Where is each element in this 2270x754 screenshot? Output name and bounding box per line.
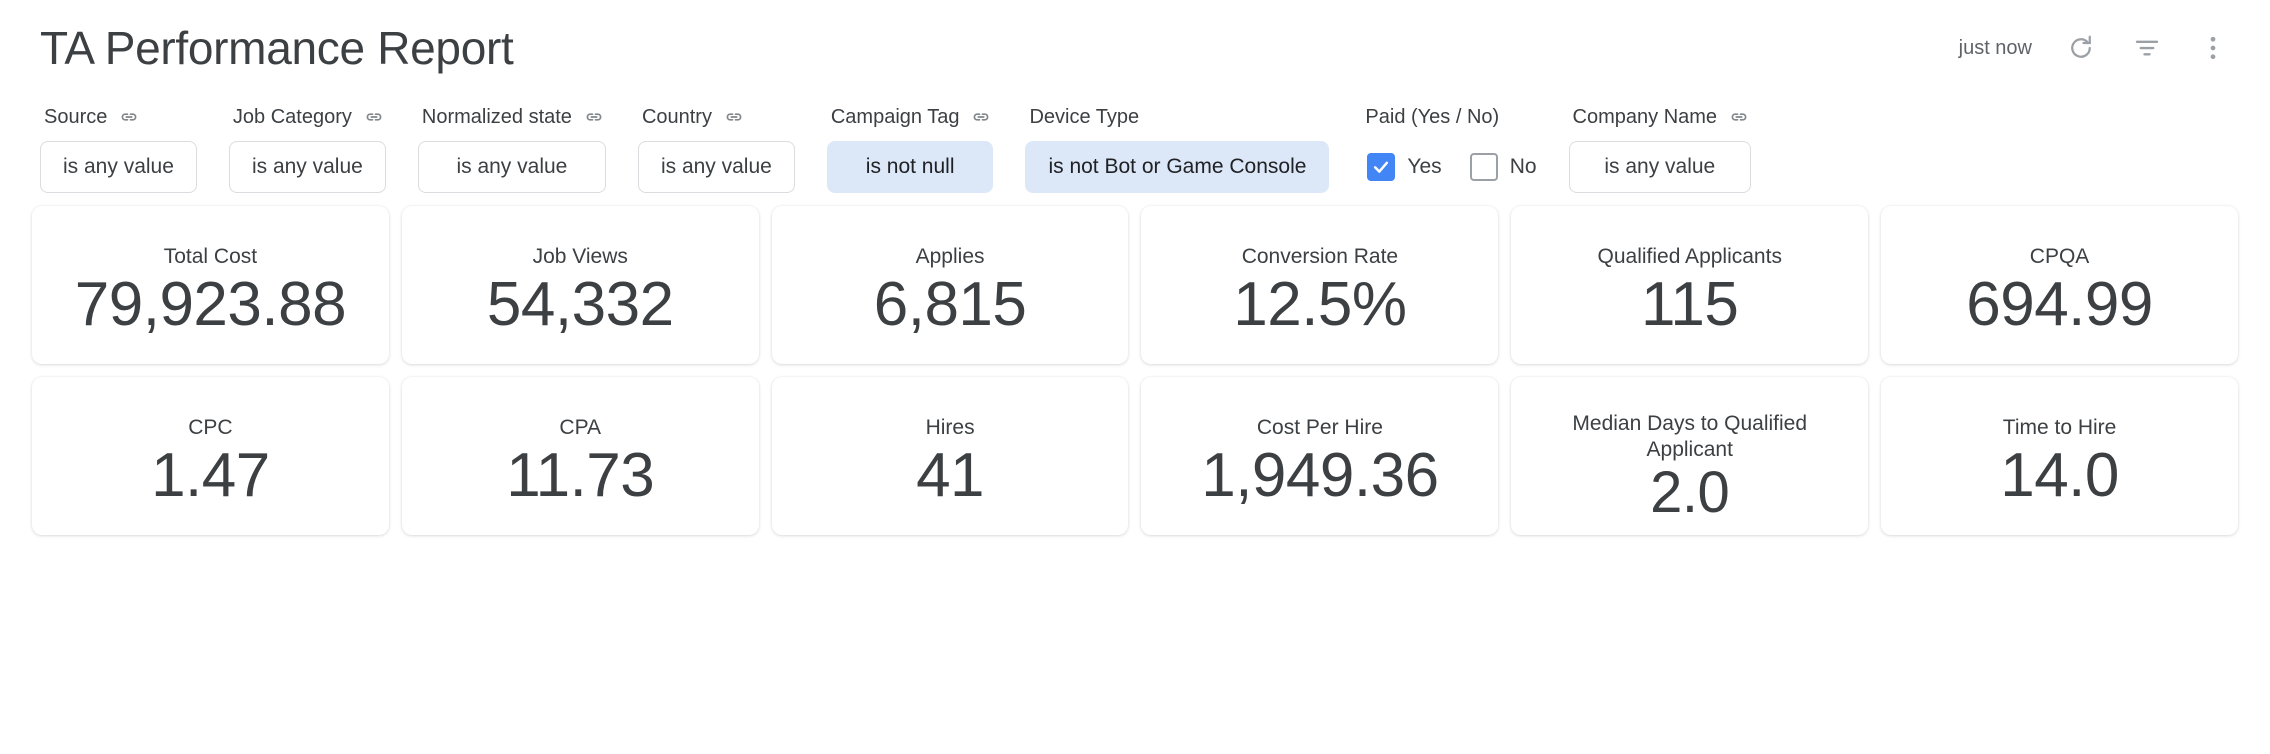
filter-normalized-state: Normalized state is any value [417, 104, 606, 193]
kpi-card[interactable]: Time to Hire 14.0 [1881, 377, 2238, 535]
filter-value-chip[interactable]: is not null [826, 141, 994, 193]
checkbox-label: No [1509, 155, 1537, 178]
refresh-status-label: just now [1958, 36, 2032, 59]
filter-label: Country [641, 105, 712, 128]
kpi-card[interactable]: Total Cost 79,923.88 [32, 206, 389, 364]
filter-header: Country [638, 104, 795, 130]
checkbox-label: Yes [1407, 155, 1442, 178]
kpi-card[interactable]: Conversion Rate 12.5% [1141, 206, 1499, 364]
kpi-value: 79,923.88 [74, 269, 347, 339]
filter-label: Device Type [1029, 105, 1140, 128]
kpi-grid: Total Cost 79,923.88 Job Views 54,332 Applie… [0, 193, 2270, 535]
checkbox-checked-icon[interactable] [1367, 153, 1396, 181]
filter-paid-yes-no: Paid (Yes / No) Yes No [1361, 104, 1537, 193]
checkbox-group: Yes No [1361, 141, 1537, 193]
kpi-value: 12.5% [1233, 269, 1407, 339]
kpi-card[interactable]: Qualified Applicants 115 [1511, 206, 1869, 364]
kpi-title: Qualified Applicants [1597, 245, 1782, 268]
filter-header: Normalized state [418, 104, 606, 130]
filter-header: Source [40, 104, 197, 130]
kpi-title: CPQA [2029, 245, 2090, 268]
checkbox-unchecked-icon[interactable] [1469, 153, 1498, 181]
link-icon [722, 105, 746, 129]
kpi-card[interactable]: Job Views 54,332 [401, 206, 759, 364]
kpi-card[interactable]: Applies 6,815 [771, 206, 1129, 364]
page-title: TA Performance Report [40, 22, 514, 74]
filter-label: Source [44, 105, 108, 128]
kpi-card[interactable]: CPQA 694.99 [1881, 206, 2238, 364]
kpi-card[interactable]: Median Days to Qualified Applicant 2.0 [1511, 377, 1869, 535]
kpi-card[interactable]: CPC 1.47 [32, 377, 389, 535]
kpi-card[interactable]: Hires 41 [771, 377, 1129, 535]
filter-device-type: Device Type is not Bot or Game Console [1025, 104, 1330, 193]
checkbox-option-yes[interactable]: Yes [1367, 153, 1442, 181]
kpi-title: Conversion Rate [1241, 245, 1399, 268]
header-actions: just now [1959, 31, 2230, 65]
kpi-value: 1.47 [151, 440, 270, 510]
kpi-row: Total Cost 79,923.88 Job Views 54,332 Applie… [32, 206, 2238, 364]
more-options-icon[interactable] [2196, 31, 2230, 65]
filter-header: Job Category [229, 104, 386, 130]
filter-label: Normalized state [421, 105, 572, 128]
kpi-title: Hires [925, 416, 975, 439]
kpi-title: Cost Per Hire [1256, 416, 1383, 439]
kpi-value: 6,815 [873, 269, 1027, 339]
dashboard: TA Performance Report just now Source is… [0, 0, 2270, 754]
link-icon [1727, 105, 1751, 129]
kpi-title: Applies [915, 245, 985, 268]
filter-value-chip[interactable]: is not Bot or Game Console [1025, 141, 1330, 193]
kpi-value: 2.0 [1650, 460, 1730, 526]
link-icon [117, 105, 141, 129]
filter-country: Country is any value [637, 104, 795, 193]
kpi-title: CPC [188, 416, 233, 439]
checkbox-option-no[interactable]: No [1469, 153, 1537, 181]
filter-value-chip[interactable]: is any value [228, 141, 386, 193]
filter-label: Paid (Yes / No) [1365, 105, 1500, 128]
kpi-card[interactable]: CPA 11.73 [401, 377, 759, 535]
filter-value-chip[interactable]: is any value [1568, 141, 1752, 193]
link-icon [362, 105, 386, 129]
kpi-card[interactable]: Cost Per Hire 1,949.36 [1141, 377, 1499, 535]
filter-job-category: Job Category is any value [228, 104, 386, 193]
filter-header: Campaign Tag [827, 104, 994, 130]
kpi-title: Job Views [532, 245, 628, 268]
filter-campaign-tag: Campaign Tag is not null [826, 104, 994, 193]
filter-source: Source is any value [40, 104, 197, 193]
filter-label: Company Name [1572, 105, 1718, 128]
filter-header: Paid (Yes / No) [1361, 104, 1536, 130]
kpi-value: 11.73 [506, 440, 655, 510]
kpi-title: Total Cost [163, 245, 258, 268]
link-icon [582, 105, 606, 129]
filter-icon[interactable] [2130, 31, 2164, 65]
kpi-value: 115 [1641, 269, 1739, 339]
kpi-value: 1,949.36 [1201, 440, 1439, 510]
filter-header: Company Name [1569, 104, 1752, 130]
filter-company-name: Company Name is any value [1568, 104, 1752, 193]
kpi-value: 54,332 [486, 269, 674, 339]
refresh-icon[interactable] [2064, 31, 2098, 65]
filter-value-chip[interactable]: is any value [637, 141, 795, 193]
kpi-value: 41 [916, 440, 985, 510]
kpi-value: 694.99 [1966, 269, 2153, 339]
kpi-row: CPC 1.47 CPA 11.73 Hires 41 Cost Per Hire 1,949… [32, 377, 2238, 535]
kpi-value: 14.0 [2000, 440, 2119, 510]
filter-value-chip[interactable]: is any value [40, 141, 197, 193]
filter-label: Campaign Tag [830, 105, 960, 128]
kpi-title: Median Days to Qualified Applicant [1572, 412, 1808, 461]
filter-label: Job Category [232, 105, 352, 128]
filter-bar: Source is any value Job Category is any val… [0, 96, 2270, 193]
kpi-title: Time to Hire [2002, 416, 2117, 439]
link-icon [969, 105, 993, 129]
filter-value-chip[interactable]: is any value [417, 141, 606, 193]
filter-header: Device Type [1025, 104, 1329, 130]
dashboard-header: TA Performance Report just now [0, 0, 2270, 96]
kpi-title: CPA [559, 416, 602, 439]
